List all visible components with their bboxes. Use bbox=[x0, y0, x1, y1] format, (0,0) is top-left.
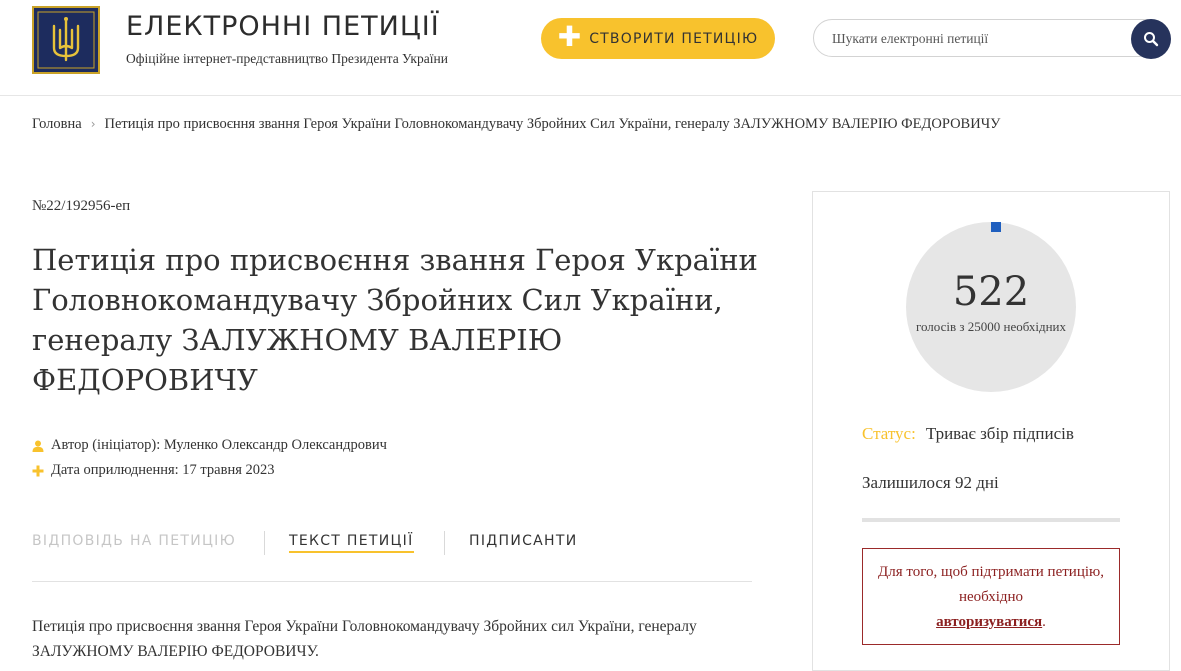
vote-caption: голосів з 25000 необхідних bbox=[915, 319, 1067, 334]
authorize-link[interactable]: авторизуватися bbox=[936, 614, 1042, 630]
status-value: Триває збір підписів bbox=[925, 424, 1074, 443]
chevron-right-icon: › bbox=[90, 117, 96, 131]
auth-text-end: . bbox=[1042, 614, 1046, 630]
user-icon bbox=[32, 440, 44, 452]
trident-emblem-icon[interactable] bbox=[32, 6, 100, 74]
breadcrumb-home-link[interactable]: Головна bbox=[32, 116, 82, 132]
auth-text: Для того, щоб підтримати петицію, необхі… bbox=[878, 564, 1104, 605]
petition-tabs: ВІДПОВІДЬ НА ПЕТИЦІЮ ТЕКСТ ПЕТИЦІЇ ПІДПИ… bbox=[32, 531, 752, 563]
gauge-progress-mark bbox=[991, 222, 1001, 232]
search-button[interactable] bbox=[1131, 19, 1171, 59]
search-input[interactable] bbox=[830, 28, 1124, 50]
breadcrumb: Головна › Петиція про присвоєння звання Ге… bbox=[32, 116, 1000, 133]
time-progress-bar bbox=[862, 518, 1120, 522]
petition-title: Петиція про присвоєння звання Героя Укра… bbox=[32, 243, 758, 397]
petition-number: №22/192956-еп bbox=[32, 198, 131, 214]
tab-signers[interactable]: ПІДПИСАНТИ bbox=[469, 533, 578, 549]
days-remaining: Залишилося 92 дні bbox=[862, 473, 999, 492]
status-label: Статус: bbox=[862, 424, 916, 443]
auth-required-notice: Для того, щоб підтримати петицію, необхі… bbox=[862, 548, 1120, 645]
tab-petition-text[interactable]: ТЕКСТ ПЕТИЦІЇ bbox=[289, 533, 414, 553]
create-petition-label: СТВОРИТИ ПЕТИЦІЮ bbox=[589, 30, 759, 47]
site-subtitle: Офіційне інтернет-представництво Президе… bbox=[126, 51, 448, 66]
petition-body-text: Петиція про присвоєння звання Героя Укра… bbox=[32, 618, 697, 660]
petition-date: Дата оприлюднення: 17 травня 2023 bbox=[32, 462, 275, 479]
petition-author: Автор (ініціатор): Муленко Олександр Оле… bbox=[32, 437, 387, 454]
petition-status: Статус: Триває збір підписів bbox=[862, 424, 1074, 444]
tab-divider bbox=[444, 531, 445, 555]
tab-divider bbox=[264, 531, 265, 555]
plus-icon: ✚ bbox=[557, 20, 582, 53]
date-text: Дата оприлюднення: 17 травня 2023 bbox=[51, 462, 275, 478]
site-header: ЕЛЕКТРОННІ ПЕТИЦІЇ Офіційне інтернет-пре… bbox=[0, 0, 1181, 96]
tab-answer[interactable]: ВІДПОВІДЬ НА ПЕТИЦІЮ bbox=[32, 533, 236, 549]
search-box bbox=[813, 19, 1170, 57]
search-icon bbox=[1144, 32, 1159, 47]
author-text: Автор (ініціатор): Муленко Олександр Оле… bbox=[51, 437, 387, 453]
create-petition-button[interactable]: ✚ СТВОРИТИ ПЕТИЦІЮ bbox=[541, 18, 775, 59]
breadcrumb-current: Петиція про присвоєння звання Героя Укра… bbox=[104, 116, 1001, 132]
tabs-divider-line bbox=[32, 581, 752, 582]
plus-icon bbox=[32, 465, 44, 476]
vote-count: 522 bbox=[952, 269, 1030, 315]
site-title[interactable]: ЕЛЕКТРОННІ ПЕТИЦІЇ bbox=[126, 11, 440, 42]
